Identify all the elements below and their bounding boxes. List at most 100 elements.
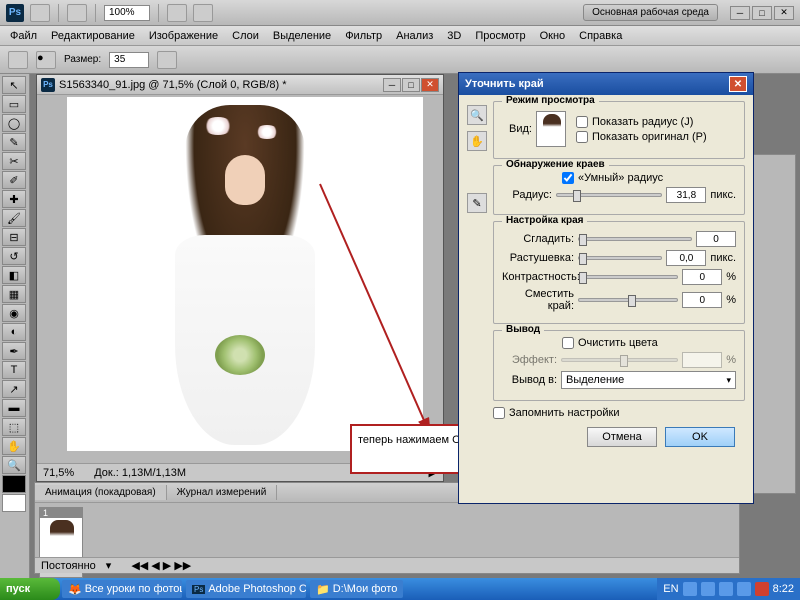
tray-icon[interactable]	[701, 582, 715, 596]
brush-panel-button[interactable]	[157, 51, 177, 69]
dialog-close[interactable]: ✕	[729, 76, 747, 92]
eyedropper-tool[interactable]: ✐	[2, 171, 26, 189]
smart-radius-label: «Умный» радиус	[578, 172, 663, 184]
tray-icon-av[interactable]	[755, 582, 769, 596]
smooth-input[interactable]	[696, 231, 736, 247]
start-button[interactable]: пуск	[0, 578, 60, 600]
show-original-checkbox[interactable]	[576, 131, 588, 143]
hand-tool-icon[interactable]: ✋	[467, 131, 487, 151]
lang-indicator[interactable]: EN	[663, 583, 678, 595]
shift-slider[interactable]	[578, 298, 678, 302]
menu-view[interactable]: Просмотр	[469, 28, 531, 44]
close-button[interactable]: ✕	[774, 6, 794, 20]
smart-radius-checkbox[interactable]	[562, 172, 574, 184]
tray-icon[interactable]	[683, 582, 697, 596]
shape-tool[interactable]: ▬	[2, 399, 26, 417]
eraser-tool[interactable]: ◧	[2, 266, 26, 284]
brush-preset[interactable]: ●	[36, 51, 56, 69]
workspace-switcher[interactable]: Основная рабочая среда	[583, 4, 718, 21]
menu-select[interactable]: Выделение	[267, 28, 337, 44]
taskbar: пуск 🦊Все уроки по фотош... PsAdobe Phot…	[0, 578, 800, 600]
menu-filter[interactable]: Фильтр	[339, 28, 388, 44]
pen-tool[interactable]: ✒	[2, 342, 26, 360]
contrast-input[interactable]	[682, 269, 722, 285]
decontaminate-checkbox[interactable]	[562, 337, 574, 349]
system-tray[interactable]: EN 8:22	[657, 578, 800, 600]
menu-3d[interactable]: 3D	[441, 28, 467, 44]
quick-select-tool[interactable]: ✎	[2, 133, 26, 151]
dialog-title: Уточнить край	[465, 78, 544, 90]
document-titlebar[interactable]: Ps S1563340_91.jpg @ 71,5% (Слой 0, RGB/…	[37, 75, 443, 95]
radius-label: Радиус:	[502, 189, 552, 201]
cancel-button[interactable]: Отмена	[587, 427, 657, 447]
gradient-tool[interactable]: ▦	[2, 285, 26, 303]
ok-button[interactable]: OK	[665, 427, 735, 447]
bridge-button[interactable]	[30, 4, 50, 22]
hand-tool[interactable]: ✋	[2, 437, 26, 455]
output-select[interactable]: Выделение▾	[561, 371, 736, 389]
lasso-tool[interactable]: ◯	[2, 114, 26, 132]
refine-brush-icon[interactable]: ✎	[467, 193, 487, 213]
menu-image[interactable]: Изображение	[143, 28, 224, 44]
menu-file[interactable]: Файл	[4, 28, 43, 44]
maximize-button[interactable]: □	[752, 6, 772, 20]
tab-animation[interactable]: Анимация (покадровая)	[35, 485, 167, 500]
feather-slider[interactable]	[578, 256, 662, 260]
tab-log[interactable]: Журнал измерений	[167, 485, 278, 500]
clock[interactable]: 8:22	[773, 583, 794, 595]
menu-edit[interactable]: Редактирование	[45, 28, 141, 44]
canvas[interactable]	[67, 97, 423, 451]
dialog-titlebar[interactable]: Уточнить край ✕	[459, 73, 753, 95]
heal-tool[interactable]: ✚	[2, 190, 26, 208]
arrange-button[interactable]	[167, 4, 187, 22]
move-tool[interactable]: ↖	[2, 76, 26, 94]
task-item-1[interactable]: 🦊Все уроки по фотош...	[62, 580, 182, 598]
path-tool[interactable]: ↗	[2, 380, 26, 398]
menu-layer[interactable]: Слои	[226, 28, 265, 44]
menu-window[interactable]: Окно	[534, 28, 572, 44]
tool-preset[interactable]	[8, 51, 28, 69]
task-item-3[interactable]: 📁D:\Мои фото	[310, 580, 403, 598]
fg-color[interactable]	[2, 475, 26, 493]
menu-help[interactable]: Справка	[573, 28, 628, 44]
radius-slider[interactable]	[556, 193, 662, 197]
dodge-tool[interactable]: ◐	[2, 323, 26, 341]
radius-input[interactable]	[666, 187, 706, 203]
doc-icon: Ps	[41, 78, 55, 92]
bg-color[interactable]	[2, 494, 26, 512]
doc-zoom[interactable]: 71,5%	[43, 467, 74, 479]
feather-input[interactable]	[666, 250, 706, 266]
screen-mode-button[interactable]	[193, 4, 213, 22]
remember-checkbox[interactable]	[493, 407, 505, 419]
brush-tool[interactable]: 🖌	[2, 209, 26, 227]
zoom-input[interactable]: 100%	[104, 5, 150, 21]
size-input[interactable]	[109, 52, 149, 68]
shift-input[interactable]	[682, 292, 722, 308]
minimize-button[interactable]: ─	[730, 6, 750, 20]
crop-tool[interactable]: ✂	[2, 152, 26, 170]
view-extras-button[interactable]	[67, 4, 87, 22]
px-label-2: пикс.	[710, 252, 736, 264]
loop-select[interactable]: Постоянно	[41, 560, 96, 572]
view-thumb[interactable]	[536, 111, 566, 147]
contrast-slider[interactable]	[578, 275, 678, 279]
right-panels-collapsed[interactable]	[748, 154, 796, 494]
history-brush-tool[interactable]: ↺	[2, 247, 26, 265]
marquee-tool[interactable]: ▭	[2, 95, 26, 113]
task-item-2[interactable]: PsAdobe Photoshop CS...	[186, 580, 306, 598]
show-radius-checkbox[interactable]	[576, 116, 588, 128]
remember-label: Запомнить настройки	[509, 407, 620, 419]
doc-maximize[interactable]: □	[402, 78, 420, 92]
3d-tool[interactable]: ⬚	[2, 418, 26, 436]
menu-analysis[interactable]: Анализ	[390, 28, 439, 44]
stamp-tool[interactable]: ⊟	[2, 228, 26, 246]
tray-icon[interactable]	[737, 582, 751, 596]
doc-minimize[interactable]: ─	[383, 78, 401, 92]
zoom-tool-icon[interactable]: 🔍	[467, 105, 487, 125]
doc-close[interactable]: ✕	[421, 78, 439, 92]
tray-icon[interactable]	[719, 582, 733, 596]
blur-tool[interactable]: ◉	[2, 304, 26, 322]
type-tool[interactable]: T	[2, 361, 26, 379]
smooth-slider[interactable]	[578, 237, 692, 241]
zoom-tool[interactable]: 🔍	[2, 456, 26, 474]
